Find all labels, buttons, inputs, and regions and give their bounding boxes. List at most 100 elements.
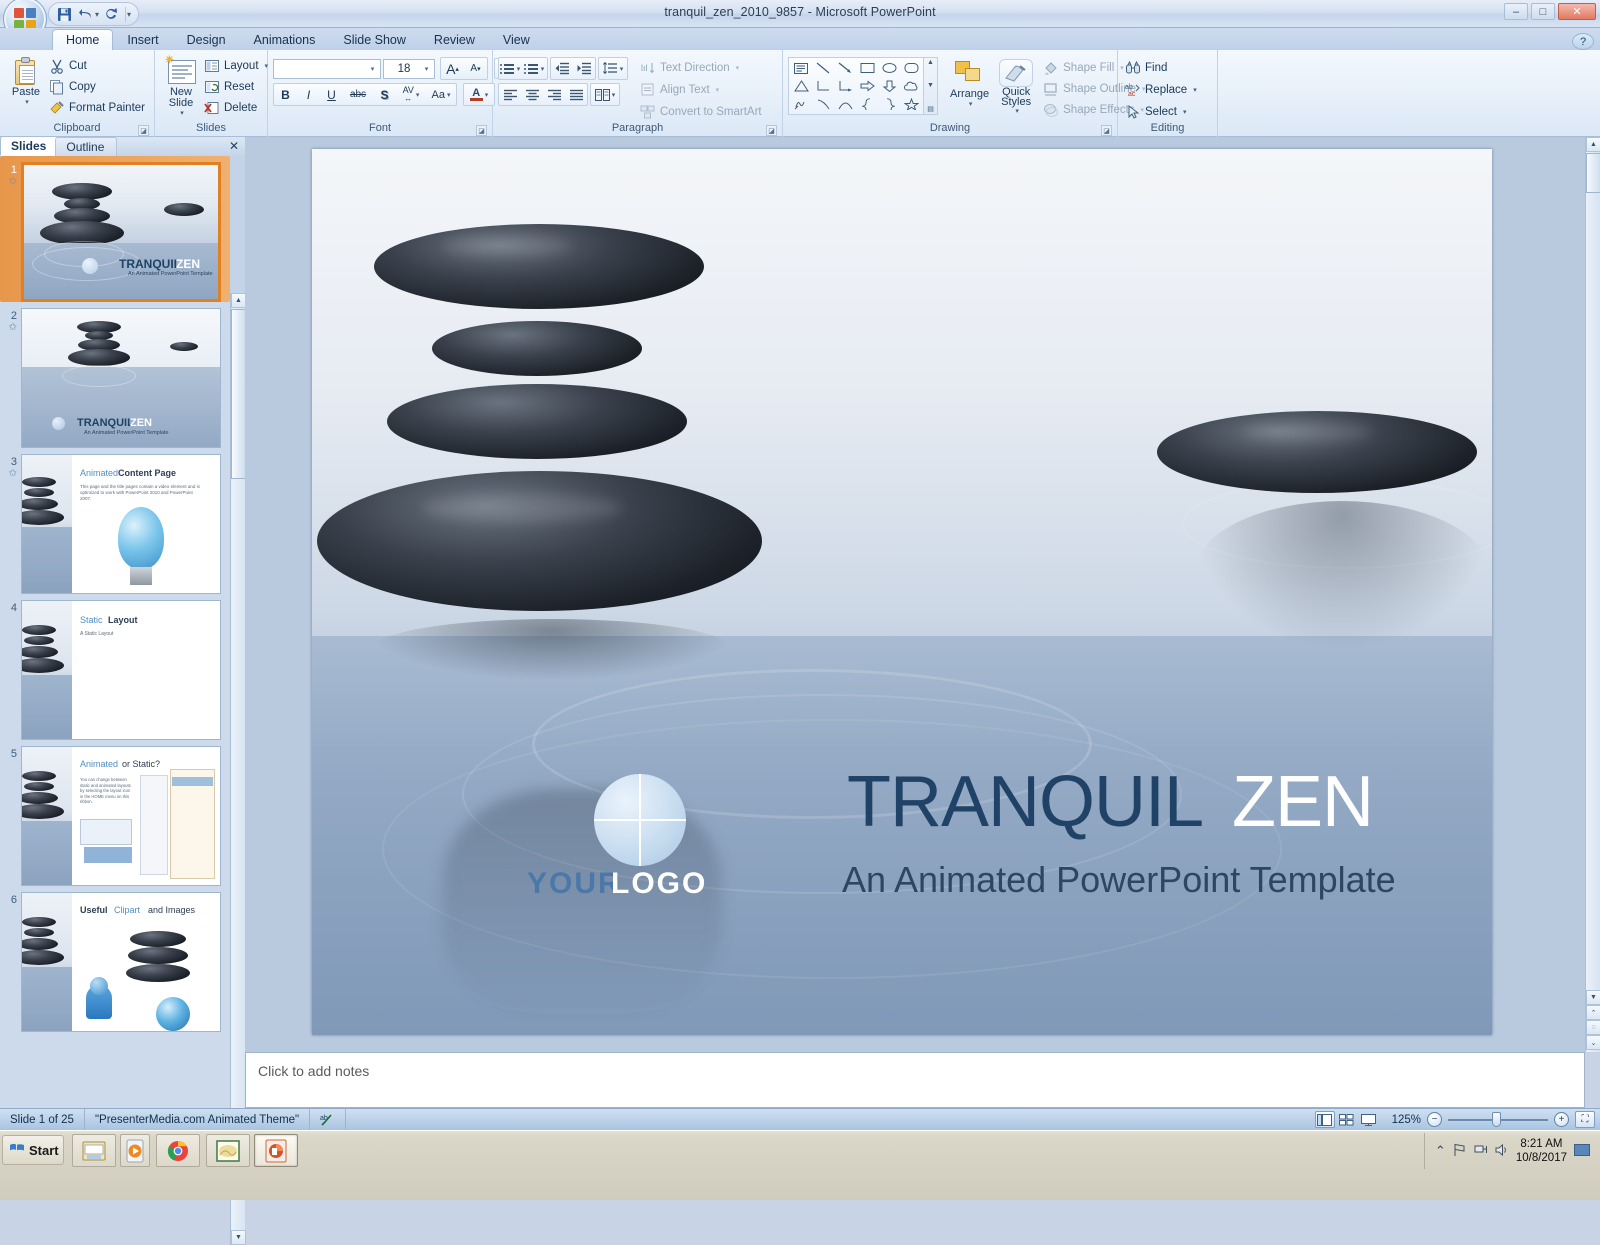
paragraph-dialog-launcher[interactable]: ◪ bbox=[766, 125, 777, 136]
tab-insert[interactable]: Insert bbox=[113, 29, 172, 51]
volume-icon[interactable] bbox=[1495, 1143, 1509, 1160]
text-shadow-button[interactable]: S bbox=[373, 84, 396, 105]
zoom-in-button[interactable]: + bbox=[1554, 1112, 1569, 1127]
gallery-scroll-up-icon[interactable]: ▲ bbox=[927, 59, 934, 66]
zoom-out-button[interactable]: − bbox=[1427, 1112, 1442, 1127]
underline-button[interactable]: U bbox=[320, 84, 343, 105]
paste-dropdown-icon[interactable]: ▾ bbox=[25, 98, 29, 106]
justify-button[interactable] bbox=[565, 84, 587, 105]
select-button[interactable]: Select ▾ bbox=[1123, 102, 1201, 121]
find-button[interactable]: Find bbox=[1123, 58, 1201, 77]
shape-elbow-connector[interactable] bbox=[812, 77, 834, 95]
network-icon[interactable] bbox=[1474, 1143, 1488, 1160]
shape-curve[interactable] bbox=[812, 95, 834, 113]
align-left-button[interactable] bbox=[499, 84, 521, 105]
current-slide[interactable]: YOUR LOGO TRANQUIL ZEN An Animated Power… bbox=[312, 149, 1492, 1035]
shape-arrow[interactable] bbox=[834, 59, 856, 77]
strikethrough-button[interactable]: abc bbox=[343, 84, 373, 105]
slide-thumbnail-list[interactable]: 1 ✩ TRANQUIL ZEN An Animated PowerPoint … bbox=[0, 156, 230, 1108]
numbering-dropdown-icon[interactable]: ▾ bbox=[541, 65, 545, 73]
shapes-gallery[interactable]: ▲ ▼ ▤ bbox=[788, 57, 938, 115]
shape-right-arrow[interactable] bbox=[856, 77, 878, 95]
replace-button[interactable]: ab ac Replace ▾ bbox=[1123, 80, 1201, 99]
font-color-button[interactable]: A ▾ bbox=[464, 84, 494, 105]
slide-scroll-thumb[interactable] bbox=[1586, 153, 1600, 193]
thumb-scroll-thumb[interactable] bbox=[231, 309, 246, 479]
tab-animations[interactable]: Animations bbox=[240, 29, 330, 51]
close-button[interactable]: ✕ bbox=[1558, 3, 1596, 20]
show-hidden-icons-icon[interactable]: ⌃ bbox=[1435, 1143, 1446, 1159]
replace-dropdown-icon[interactable]: ▾ bbox=[1193, 86, 1197, 94]
shape-oval[interactable] bbox=[878, 59, 900, 77]
increase-indent-button[interactable] bbox=[573, 58, 595, 79]
character-spacing-button[interactable]: AV ↔ ▾ bbox=[396, 84, 426, 105]
media-player-taskbar-item[interactable] bbox=[120, 1134, 150, 1167]
slide-subtitle[interactable]: An Animated PowerPoint Template bbox=[842, 859, 1396, 901]
minimize-button[interactable]: – bbox=[1504, 3, 1528, 20]
italic-button[interactable]: I bbox=[297, 84, 320, 105]
change-case-dropdown-icon[interactable]: ▾ bbox=[447, 91, 451, 99]
explorer-taskbar-item[interactable] bbox=[72, 1134, 116, 1167]
undo-dropdown-icon[interactable]: ▾ bbox=[95, 10, 99, 19]
zoom-slider-knob[interactable] bbox=[1492, 1112, 1501, 1127]
align-text-button[interactable]: Align Text ▾ bbox=[638, 80, 766, 99]
close-pane-icon[interactable]: ✕ bbox=[229, 139, 239, 153]
shapes-gallery-scroll[interactable]: ▲ ▼ ▤ bbox=[924, 57, 938, 115]
cut-button[interactable]: Cut bbox=[47, 56, 149, 75]
show-desktop-icon[interactable] bbox=[1574, 1143, 1590, 1159]
slide-scroll-down-icon[interactable]: ▼ bbox=[1586, 990, 1600, 1005]
shape-line[interactable] bbox=[812, 59, 834, 77]
slide-vertical-scrollbar[interactable]: ▲ ▼ ⌃ ◌ ⌄ bbox=[1585, 137, 1600, 1052]
thumb-scroll-up-icon[interactable]: ▲ bbox=[231, 293, 246, 308]
thumbnail-scrollbar[interactable]: ▲ ▼ bbox=[230, 293, 246, 1245]
shape-star[interactable] bbox=[900, 95, 922, 113]
layout-button[interactable]: Layout ▾ bbox=[202, 56, 272, 75]
spell-check-status[interactable]: ab bbox=[310, 1108, 347, 1131]
slide-thumbnail-2[interactable]: 2 ✩ TRANQUIL ZEN An Animated PowerPoint … bbox=[0, 302, 230, 448]
image-viewer-taskbar-item[interactable] bbox=[206, 1134, 250, 1167]
columns-dropdown-icon[interactable]: ▾ bbox=[612, 91, 616, 99]
help-icon[interactable]: ? bbox=[1572, 33, 1594, 50]
action-center-flag-icon[interactable] bbox=[1453, 1143, 1467, 1160]
slide-scroll-up-icon[interactable]: ▲ bbox=[1586, 137, 1600, 152]
reset-button[interactable]: Reset bbox=[202, 77, 272, 96]
tab-home[interactable]: Home bbox=[52, 29, 114, 51]
shape-left-brace[interactable] bbox=[856, 95, 878, 113]
shape-down-arrow[interactable] bbox=[878, 77, 900, 95]
arrange-button[interactable]: Arrange ▾ bbox=[946, 57, 993, 110]
select-dropdown-icon[interactable]: ▾ bbox=[1183, 108, 1187, 116]
tab-review[interactable]: Review bbox=[420, 29, 489, 51]
slide-title-accent[interactable]: ZEN bbox=[1232, 761, 1374, 843]
quick-styles-button[interactable]: Quick Styles ▾ bbox=[995, 57, 1037, 117]
align-center-button[interactable] bbox=[521, 84, 543, 105]
shape-cloud[interactable] bbox=[900, 77, 922, 95]
customize-qat-icon[interactable]: ▾ bbox=[127, 10, 131, 19]
font-name-chevron-down-icon[interactable]: ▾ bbox=[366, 60, 379, 78]
arrange-dropdown-icon[interactable]: ▾ bbox=[969, 100, 973, 108]
slide-thumbnail-5[interactable]: 5 Animated or Static? You can change bet… bbox=[0, 740, 230, 886]
powerpoint-taskbar-item[interactable] bbox=[254, 1134, 298, 1167]
gallery-scroll-down-icon[interactable]: ▼ bbox=[927, 82, 934, 89]
font-name-combobox[interactable]: ▾ bbox=[273, 58, 381, 79]
slide-thumbnail-1[interactable]: 1 ✩ TRANQUIL ZEN An Animated PowerPoint … bbox=[0, 156, 230, 302]
align-right-button[interactable] bbox=[543, 84, 565, 105]
chrome-taskbar-item[interactable] bbox=[156, 1134, 200, 1167]
maximize-button[interactable]: □ bbox=[1531, 3, 1555, 20]
new-slide-dropdown-icon[interactable]: ▾ bbox=[180, 109, 184, 117]
font-color-dropdown-icon[interactable]: ▾ bbox=[485, 91, 489, 99]
normal-view-button[interactable] bbox=[1314, 1111, 1335, 1128]
decrease-indent-button[interactable] bbox=[551, 58, 573, 79]
text-direction-button[interactable]: lıl Text Direction ▾ bbox=[638, 58, 766, 77]
font-dialog-launcher[interactable]: ◪ bbox=[476, 125, 487, 136]
align-text-dropdown-icon[interactable]: ▾ bbox=[716, 86, 720, 94]
shape-scribble[interactable] bbox=[790, 95, 812, 113]
grow-font-button[interactable]: A ▴ bbox=[441, 58, 464, 79]
paste-button[interactable]: Paste ▾ bbox=[5, 55, 47, 108]
shape-triangle[interactable] bbox=[790, 77, 812, 95]
delete-slide-button[interactable]: Delete bbox=[202, 98, 272, 117]
new-slide-button[interactable]: ✷ New Slide ▾ bbox=[160, 53, 202, 119]
drawing-dialog-launcher[interactable]: ◪ bbox=[1101, 125, 1112, 136]
line-spacing-dropdown-icon[interactable]: ▾ bbox=[620, 65, 624, 73]
redo-icon[interactable] bbox=[101, 5, 121, 24]
shrink-font-button[interactable]: A ▾ bbox=[464, 58, 487, 79]
